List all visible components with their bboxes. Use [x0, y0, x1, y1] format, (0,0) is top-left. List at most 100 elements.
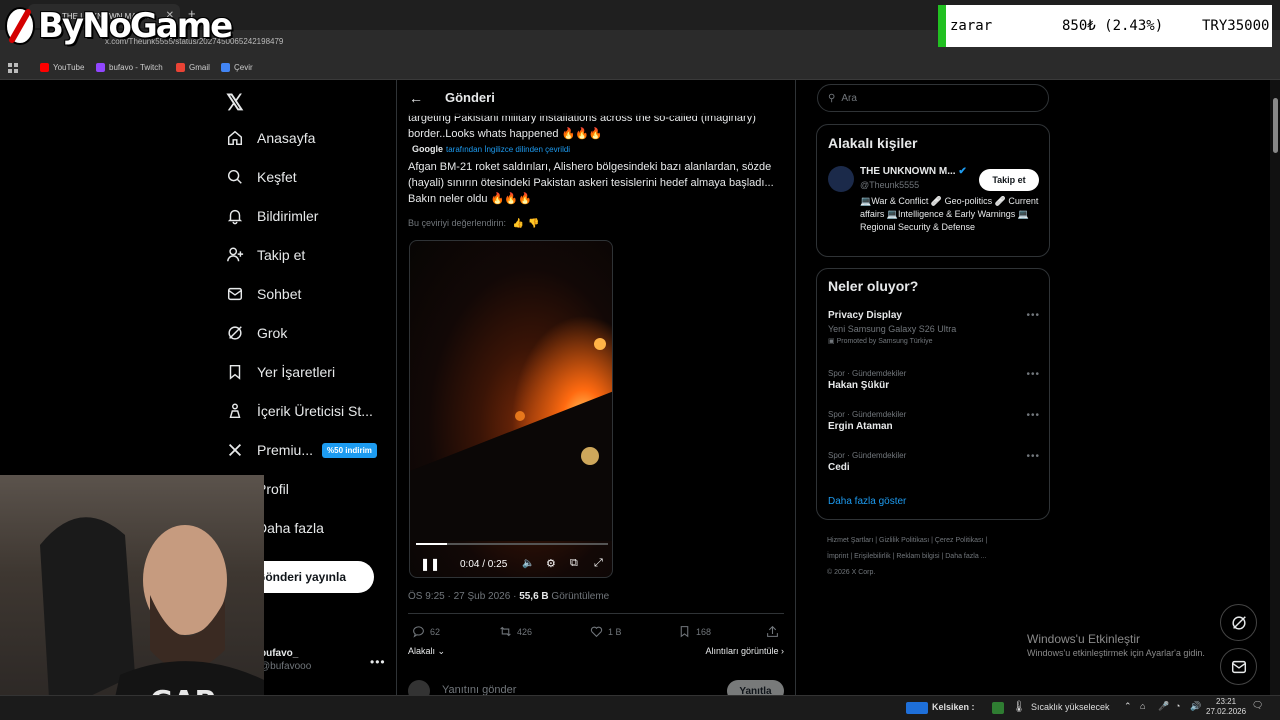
nav-creator-studio[interactable]: İçerik Üreticisi St... — [226, 398, 373, 424]
sort-dropdown[interactable]: Alakalı ⌄ — [408, 646, 445, 656]
more-icon[interactable]: ••• — [370, 655, 386, 669]
thumbs-down-icon[interactable]: 👎 — [528, 218, 539, 228]
speaker-icon[interactable]: 🔊 — [1190, 701, 1201, 712]
reply-input[interactable]: Yanıtını gönder — [442, 684, 516, 695]
trend-item[interactable]: Spor · Gündemdekiler Ergin Ataman ••• — [828, 410, 1040, 432]
tray-network-icon[interactable]: ⌂ — [1140, 701, 1145, 711]
divider — [408, 613, 784, 614]
nav-grok[interactable]: Grok — [226, 320, 287, 346]
trend-category: Spor · Gündemdekiler — [828, 410, 907, 419]
pause-icon[interactable]: ❚❚ — [420, 557, 440, 571]
bookmark-icon — [229, 364, 241, 380]
like-button[interactable]: 1 B — [590, 625, 622, 638]
person-name-text: THE UNKNOWN M... — [860, 166, 956, 177]
search-input[interactable]: ⚲ Ara — [817, 84, 1049, 112]
bookmark-youtube[interactable]: YouTube — [40, 63, 84, 72]
ticker-label: zarar — [950, 18, 993, 34]
x-premium-icon — [228, 443, 242, 457]
nav-label: Takip et — [257, 247, 306, 263]
user-handle: @bufavooo — [260, 661, 312, 672]
panel-title: Neler oluyor? — [828, 278, 919, 294]
footer-copyright: © 2026 X Corp. — [827, 569, 876, 576]
bookmark-gmail[interactable]: Gmail — [176, 63, 210, 72]
messages-fab-button[interactable] — [1220, 648, 1257, 685]
show-more-link[interactable]: Daha fazla göster — [828, 496, 906, 507]
reply-button[interactable]: 62 — [412, 625, 440, 638]
nav-follow[interactable]: Takip et — [226, 242, 305, 268]
currency-widget-icon[interactable] — [906, 702, 928, 714]
view-label: Görüntüleme — [548, 591, 610, 602]
nav-home[interactable]: Anasayfa — [226, 125, 315, 151]
search-placeholder: Ara — [841, 92, 857, 104]
more-icon[interactable]: ••• — [1026, 369, 1040, 380]
translation-note-text[interactable]: tarafından İngilizce dilinden çevrildi — [446, 145, 570, 154]
quotes-label: Alıntıları görüntüle — [705, 646, 779, 656]
picture-in-picture-icon[interactable]: ⧉ — [570, 557, 578, 570]
logo-text: ByNoGame — [38, 6, 233, 46]
more-icon[interactable]: ••• — [1026, 410, 1040, 421]
nav-label: Sohbet — [257, 286, 302, 302]
wifi-icon[interactable]: ◔ — [1175, 701, 1180, 711]
translate-icon — [221, 63, 230, 72]
bookmark-translate[interactable]: Çevir — [221, 63, 253, 72]
page-scrollbar[interactable] — [1270, 80, 1280, 695]
fullscreen-icon[interactable]: ⤢ — [594, 557, 603, 570]
bookmark-count: 168 — [696, 626, 712, 637]
repost-button[interactable]: 426 — [499, 625, 532, 638]
back-arrow-icon[interactable]: ← — [409, 90, 423, 106]
nav-chat[interactable]: Sohbet — [226, 281, 301, 307]
bell-icon — [227, 209, 243, 225]
share-button[interactable] — [766, 625, 779, 638]
trend-desc: Yeni Samsung Galaxy S26 Ultra — [828, 324, 957, 334]
rate-translation-label: Bu çeviriyi değerlendirin: — [408, 218, 507, 228]
trend-item[interactable]: Spor · Gündemdekiler Cedi ••• — [828, 451, 1040, 473]
clock-time: 23:21 — [1216, 697, 1237, 706]
thumbs-up-icon[interactable]: 👍 — [513, 218, 524, 228]
nav-premium[interactable]: Premiu... %50 indirim — [226, 437, 377, 463]
microphone-icon[interactable]: 🎤 — [1158, 701, 1169, 712]
ticker-total: TRY35000 — [1202, 18, 1270, 34]
notification-icon[interactable]: 🗨 — [1252, 700, 1263, 711]
apps-grid-icon[interactable] — [8, 63, 18, 73]
bookmark-twitch[interactable]: bufavo - Twitch — [96, 63, 163, 72]
trend-item[interactable]: Spor · Gündemdekiler Hakan Şükür ••• — [828, 369, 1040, 391]
bookmark-button[interactable]: 168 — [678, 625, 711, 638]
more-icon[interactable]: ••• — [1026, 451, 1040, 462]
follow-button[interactable]: Takip et — [979, 169, 1039, 191]
video-progress-bar[interactable] — [416, 543, 608, 545]
taskbar-currency[interactable]: Kelsiken : — [932, 702, 975, 712]
person-name[interactable]: THE UNKNOWN M... ✔ — [860, 166, 967, 177]
relevant-people-panel: Alakalı kişiler THE UNKNOWN M... ✔ @Theu… — [816, 124, 1050, 257]
promoted-trend[interactable]: Privacy Display Yeni Samsung Galaxy S26 … — [828, 310, 1040, 345]
activation-subtitle: Windows'u etkinleştirmek için Ayarlar'a … — [1027, 648, 1205, 658]
nav-label: Grok — [257, 325, 288, 341]
volume-icon[interactable]: 🔈 — [522, 558, 534, 569]
settings-gear-icon[interactable]: ⚙ — [546, 557, 556, 570]
person-bio: 💻War & Conflict 🩹 Geo-politics 🩹 Current… — [860, 196, 1039, 232]
share-icon — [767, 625, 778, 637]
tray-chevron-icon[interactable]: ⌃ — [1124, 701, 1132, 712]
footer-line[interactable]: Hizmet Şartları | Gizlilik Politikası | … — [827, 533, 1047, 549]
more-icon[interactable]: ••• — [1026, 310, 1040, 321]
scrollbar-thumb[interactable] — [1273, 98, 1278, 153]
view-quotes-link[interactable]: Alıntıları görüntüle › — [705, 646, 784, 656]
weather-icon[interactable]: 🌡 — [1012, 700, 1026, 713]
avatar[interactable] — [828, 166, 854, 192]
nav-notifications[interactable]: Bildirimler — [226, 203, 318, 229]
app-icon[interactable] — [992, 702, 1004, 714]
post-timestamp[interactable]: ÖS 9:25 · 27 Şub 2026 · — [408, 591, 519, 602]
nav-label: Yer İşaretleri — [257, 364, 336, 380]
nav-explore[interactable]: Keşfet — [226, 164, 297, 190]
taskbar-weather[interactable]: Sıcaklık yükselecek — [1031, 702, 1110, 712]
bookmark-label: YouTube — [53, 63, 85, 72]
taskbar-clock[interactable]: 23:21 27.02.2026 — [1206, 697, 1246, 717]
nav-bookmarks[interactable]: Yer İşaretleri — [226, 359, 335, 385]
grok-fab-button[interactable] — [1220, 604, 1257, 641]
footer-line[interactable]: İmprint | Erişilebilirlik | Reklam bilgi… — [827, 549, 1047, 565]
x-logo-icon[interactable]: 𝕏 — [226, 90, 244, 116]
repost-icon — [500, 626, 511, 637]
account-switcher[interactable]: bufavo_ @bufavooo — [260, 648, 311, 672]
trend-name: Privacy Display — [828, 310, 902, 321]
video-player[interactable]: ❚❚ 0:04 / 0:25 🔈 ⚙ ⧉ ⤢ — [409, 240, 613, 578]
reply-submit-button[interactable]: Yanıtla — [727, 680, 784, 695]
